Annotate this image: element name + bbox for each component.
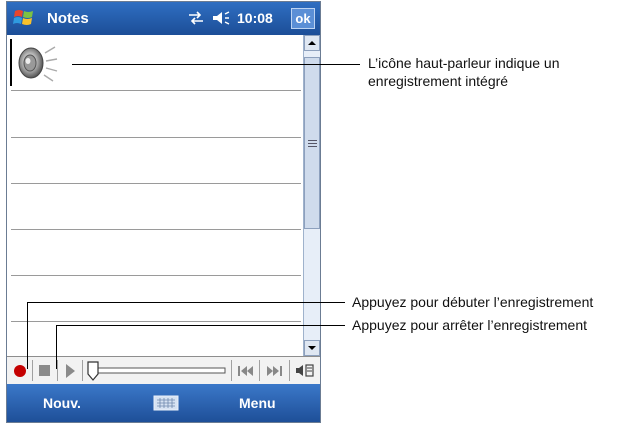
speaker-toggle-icon[interactable] xyxy=(294,359,316,382)
speaker-icon[interactable] xyxy=(13,41,59,85)
play-icon[interactable] xyxy=(60,359,80,382)
toolbar-separator xyxy=(289,360,290,381)
stop-leader-line xyxy=(56,325,345,326)
ruled-line xyxy=(11,229,301,230)
skip-back-icon[interactable] xyxy=(235,359,257,382)
toolbar-separator xyxy=(82,360,83,381)
scroll-down-button[interactable] xyxy=(304,340,320,356)
thumb-grip xyxy=(308,140,317,141)
arrow-up-icon xyxy=(308,41,316,45)
ruled-line xyxy=(11,137,301,138)
record-callout: Appuyez pour débuter l’enregistrement xyxy=(352,294,594,310)
scroll-thumb[interactable] xyxy=(304,57,320,229)
speaker-leader-line xyxy=(72,64,360,65)
toolbar-separator xyxy=(57,360,58,381)
ruled-line xyxy=(11,275,301,276)
toolbar-separator xyxy=(32,360,33,381)
ruled-line xyxy=(11,321,301,322)
stop-callout: Appuyez pour arrêter l’enregistrement xyxy=(352,317,588,333)
connectivity-icon[interactable] xyxy=(187,11,205,25)
recording-toolbar xyxy=(7,356,320,384)
toolbar-separator xyxy=(259,360,260,381)
skip-forward-icon[interactable] xyxy=(263,359,285,382)
app-title: Notes xyxy=(47,10,89,27)
keyboard-icon[interactable] xyxy=(153,395,179,411)
scroll-up-button[interactable] xyxy=(304,35,320,51)
volume-slider[interactable] xyxy=(87,359,227,382)
ruled-line xyxy=(11,183,301,184)
toolbar-separator xyxy=(231,360,232,381)
ok-button[interactable]: ok xyxy=(291,8,315,29)
stop-leader-vertical xyxy=(56,325,57,369)
cursor-line xyxy=(10,39,12,86)
windows-flag-icon[interactable] xyxy=(13,8,35,28)
note-writing-area[interactable] xyxy=(7,35,303,356)
title-bar: Notes 10:08 ok xyxy=(7,2,320,35)
menu-bar: Nouv. Menu xyxy=(7,384,320,422)
thumb-grip xyxy=(308,146,317,147)
menu-button[interactable]: Menu xyxy=(239,395,276,411)
vertical-scrollbar[interactable] xyxy=(303,35,320,356)
volume-icon[interactable] xyxy=(212,10,230,26)
speaker-callout-line1: L’icône haut-parleur indique un xyxy=(368,55,560,71)
speaker-callout-line2: enregistrement intégré xyxy=(368,73,509,89)
thumb-grip xyxy=(308,143,317,144)
clock-time[interactable]: 10:08 xyxy=(237,10,273,26)
record-leader-line xyxy=(27,302,345,303)
ruled-line xyxy=(11,90,301,91)
arrow-down-icon xyxy=(308,346,316,350)
record-leader-vertical xyxy=(27,302,28,369)
stop-icon[interactable] xyxy=(35,359,55,382)
new-button[interactable]: Nouv. xyxy=(43,395,81,411)
speaker-callout: L’icône haut-parleur indique un enregist… xyxy=(368,54,618,90)
